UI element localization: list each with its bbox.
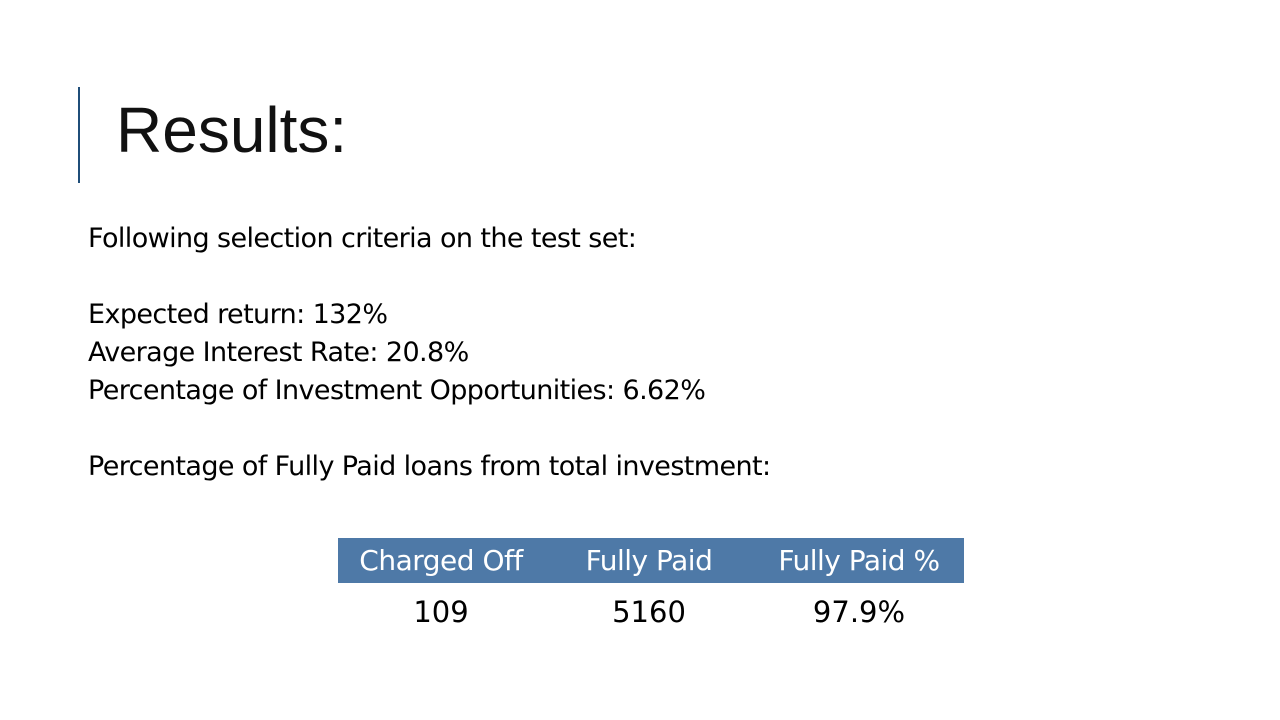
header-fully-paid-pct: Fully Paid % — [754, 538, 964, 583]
title-accent-bar — [78, 87, 80, 183]
investment-opportunities-text: Percentage of Investment Opportunities: … — [88, 375, 706, 406]
expected-return-text: Expected return: 132% — [88, 299, 388, 330]
table-header-row: Charged Off Fully Paid Fully Paid % — [338, 538, 964, 583]
results-table: Charged Off Fully Paid Fully Paid % 109 … — [338, 538, 964, 641]
table-row: 109 5160 97.9% — [338, 583, 964, 641]
cell-fully-paid-pct: 97.9% — [812, 595, 906, 629]
cell-charged-off: 109 — [413, 595, 469, 629]
slide-title: Results: — [116, 94, 348, 166]
average-interest-rate-text: Average Interest Rate: 20.8% — [88, 337, 469, 368]
cell-fully-paid: 5160 — [612, 595, 686, 629]
fully-paid-heading-text: Percentage of Fully Paid loans from tota… — [88, 451, 771, 482]
intro-text: Following selection criteria on the test… — [88, 223, 637, 254]
header-fully-paid: Fully Paid — [544, 538, 754, 583]
header-charged-off: Charged Off — [338, 538, 544, 583]
